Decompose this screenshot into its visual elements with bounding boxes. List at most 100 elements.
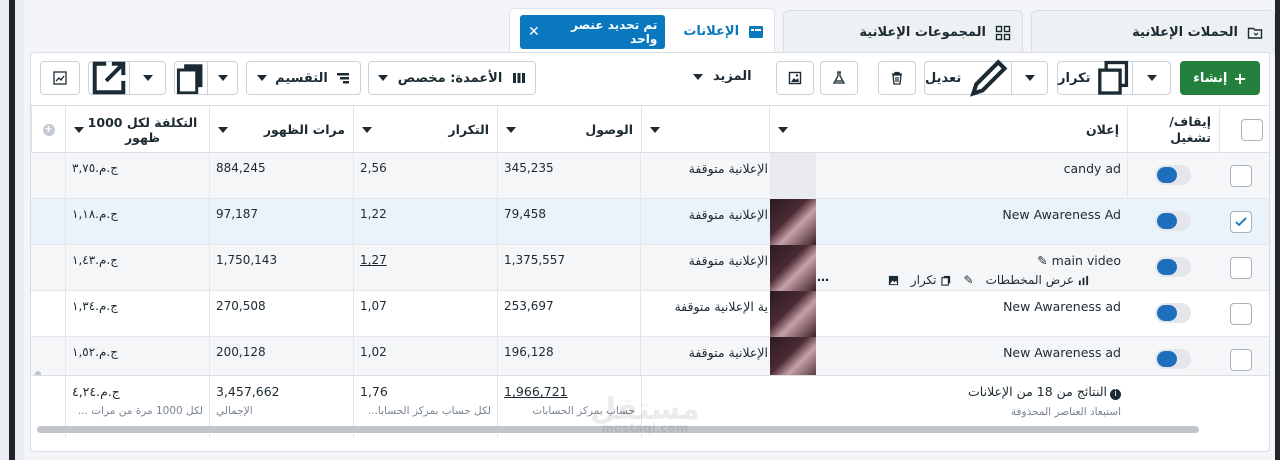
cpm-cell: ج.م.١,٣٤ — [65, 291, 209, 337]
row-checkbox[interactable] — [1230, 165, 1252, 187]
chevron-down-icon — [650, 126, 660, 133]
tab-adsets[interactable]: المجموعات الإعلانية — [783, 10, 1023, 54]
edit-button[interactable]: تعديل — [925, 59, 1011, 97]
table-row[interactable]: New Awareness ad ية الإعلانية متوقفة 253… — [31, 291, 1269, 337]
duplicate-split-button: تكرار — [1057, 61, 1171, 95]
ad-name[interactable]: New Awareness Ad — [821, 207, 1121, 222]
reach-cell: 1,375,557 — [497, 245, 641, 291]
header-toggle: إيقاف/ تشغيل — [1127, 106, 1219, 153]
chevron-down-icon — [218, 126, 228, 133]
ad-name[interactable]: candy ad — [821, 161, 1121, 176]
folder-icon — [1246, 24, 1264, 42]
close-icon[interactable]: ✕ — [528, 24, 540, 40]
header-cpm-label: التكلفة لكل 1000 ظهور — [87, 114, 198, 145]
frequency-cell[interactable]: 1,27 — [353, 245, 497, 291]
status-toggle[interactable] — [1155, 303, 1191, 323]
duplicate-label: تكرار — [910, 273, 937, 287]
duplicate-action[interactable]: تكرار — [911, 273, 952, 287]
status-toggle[interactable] — [1155, 211, 1191, 231]
impressions-cell: 270,508 — [209, 291, 353, 337]
ad-name[interactable]: ✎ main video — [821, 253, 1121, 268]
reports-split-button — [174, 61, 238, 95]
create-button[interactable]: + إنشاء — [1180, 61, 1260, 95]
ad-name-label: main video — [1051, 253, 1121, 268]
delete-button[interactable] — [878, 61, 916, 95]
info-icon[interactable]: i — [1110, 389, 1121, 400]
add-column-cell: + — [31, 106, 65, 153]
create-label: إنشاء — [1193, 70, 1228, 86]
chevron-down-icon — [377, 75, 388, 81]
impressions-cell: 1,750,143 — [209, 245, 353, 291]
reports-button[interactable] — [175, 62, 207, 94]
edit-dropdown[interactable] — [1011, 62, 1047, 94]
more-dropdown[interactable]: المزيد — [693, 69, 752, 84]
header-cpm[interactable]: التكلفة لكل 1000 ظهور — [65, 106, 209, 153]
tab-label: الإعلانات — [683, 24, 740, 39]
frequency-cell: 2,56 — [353, 153, 497, 199]
table-row[interactable]: ✎ main video عرض المخططات ✎ تكرار ⋯ الإع… — [31, 245, 1269, 291]
add-column-icon[interactable]: + — [42, 123, 55, 136]
select-all-cell — [1219, 106, 1269, 153]
duplicate-dropdown[interactable] — [1132, 62, 1170, 94]
breakdown-icon — [336, 73, 349, 84]
header-ad[interactable]: إعلان — [769, 106, 1127, 153]
delivery-status: الإعلانية متوقفة — [688, 161, 768, 176]
ad-thumbnail — [770, 291, 816, 337]
pencil-icon[interactable]: ✎ — [964, 273, 974, 287]
breakdown-label: التقسيم — [275, 70, 328, 86]
line-chart-icon — [53, 71, 67, 85]
summary-impressions-value: 3,457,662 — [216, 384, 280, 399]
results-title: النتائج من 18 من الإعلانات — [968, 384, 1107, 399]
more-label: المزيد — [713, 69, 752, 84]
header-reach[interactable]: الوصول — [497, 106, 641, 153]
chevron-down-icon — [1146, 75, 1157, 81]
duplicate-button[interactable]: تكرار — [1058, 61, 1132, 95]
delivery-status: الإعلانية متوقفة — [688, 253, 768, 268]
columns-label: الأعمدة: مخصص — [397, 70, 503, 86]
cpm-cell: ج.م.١,٤٣ — [65, 245, 209, 291]
media-button[interactable] — [776, 61, 814, 95]
columns-dropdown[interactable]: الأعمدة: مخصص — [368, 61, 536, 95]
header-impressions[interactable]: مرات الظهور — [209, 106, 353, 153]
columns-icon — [513, 73, 526, 83]
breakdown-dropdown[interactable]: التقسيم — [246, 61, 361, 95]
delivery-status: الإعلانية متوقفة — [688, 207, 768, 222]
tab-label: الحملات الإعلانية — [1132, 25, 1238, 40]
table-row[interactable]: New Awareness Ad الإعلانية متوقفة 79,458… — [31, 199, 1269, 245]
row-hover-actions: عرض المخططات ✎ تكرار ⋯ — [817, 273, 1089, 287]
header-status[interactable] — [641, 106, 769, 153]
chevron-down-icon — [362, 126, 372, 133]
selection-badge[interactable]: تم تحديد عنصر واحد ✕ — [520, 14, 666, 49]
chevron-down-icon — [257, 75, 268, 81]
reports-dropdown[interactable] — [207, 62, 237, 94]
table-row[interactable]: candy ad الإعلانية متوقفة 345,235 2,56 8… — [31, 153, 1269, 199]
image-icon[interactable] — [888, 275, 899, 286]
export-button[interactable] — [89, 61, 129, 95]
tab-campaigns[interactable]: الحملات الإعلانية — [1031, 10, 1275, 54]
watermark-url: mostaql.com — [601, 421, 689, 435]
frequency-cell: 1,22 — [353, 199, 497, 245]
status-toggle[interactable] — [1155, 257, 1191, 277]
impressions-cell: 884,245 — [209, 153, 353, 199]
export-split-button — [88, 61, 166, 95]
ad-name[interactable]: New Awareness ad — [821, 299, 1121, 314]
export-dropdown[interactable] — [129, 62, 165, 94]
row-checkbox[interactable] — [1230, 211, 1252, 233]
pencil-icon[interactable]: ✎ — [1037, 253, 1047, 268]
row-checkbox[interactable] — [1230, 303, 1252, 325]
chart-button[interactable] — [40, 61, 80, 95]
duplicate-label: تكرار — [1058, 70, 1091, 86]
view-charts-action[interactable]: عرض المخططات — [986, 273, 1089, 287]
select-all-checkbox[interactable] — [1241, 118, 1263, 141]
reach-cell: 253,697 — [497, 291, 641, 337]
row-checkbox[interactable] — [1230, 349, 1252, 371]
status-toggle[interactable] — [1155, 349, 1191, 369]
ad-name[interactable]: New Awareness ad — [821, 345, 1121, 360]
header-frequency[interactable]: التكرار — [353, 106, 497, 153]
image-icon — [788, 71, 802, 85]
tab-ads[interactable]: الإعلانات تم تحديد عنصر واحد ✕ — [509, 8, 775, 54]
more-options-icon[interactable]: ⋯ — [817, 273, 829, 287]
plus-icon: + — [1233, 68, 1247, 88]
row-checkbox[interactable] — [1230, 257, 1252, 279]
test-button[interactable] — [820, 61, 858, 95]
